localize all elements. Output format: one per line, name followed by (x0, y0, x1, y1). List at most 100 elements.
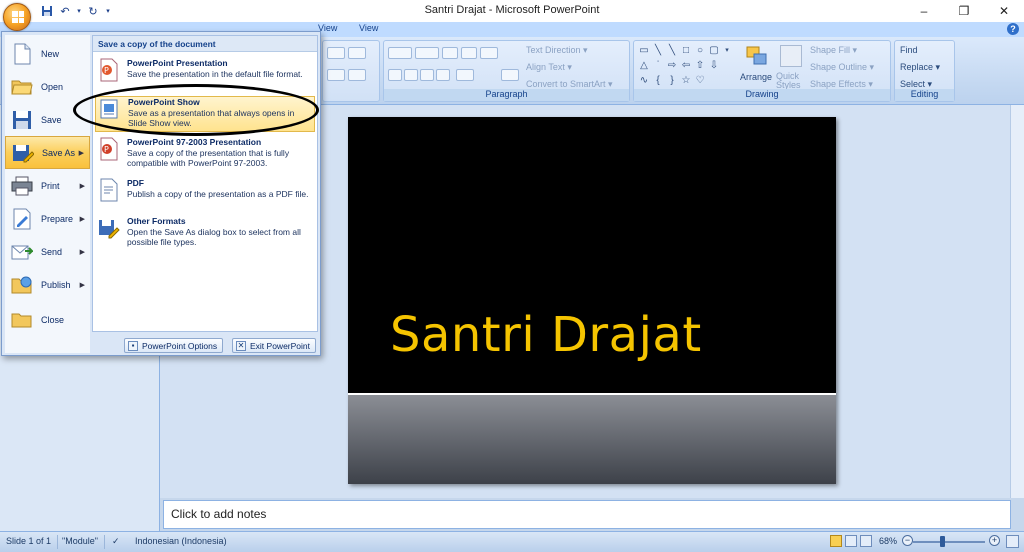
line-spacing-button[interactable] (480, 47, 498, 59)
language[interactable]: Indonesian (Indonesia) (135, 536, 227, 546)
menu-item-prepare[interactable]: Prepare ▶ (5, 202, 90, 235)
quick-styles-icon[interactable] (780, 45, 802, 67)
office-button[interactable] (3, 3, 31, 31)
restore-button[interactable]: ❐ (944, 0, 984, 22)
svg-text:P: P (104, 145, 109, 154)
slide-show-icon[interactable] (860, 535, 872, 547)
decrease-indent-button[interactable] (442, 47, 458, 59)
help-icon[interactable]: ? (1007, 23, 1019, 35)
menu-item-print[interactable]: Print ▶ (5, 169, 90, 202)
zoom-level[interactable]: 68% (879, 536, 897, 546)
pptx-icon: P (98, 58, 120, 82)
save-as-ppt-97-2003[interactable]: P PowerPoint 97-2003 Presentation Save a… (95, 137, 315, 173)
align-left-button[interactable] (388, 69, 402, 81)
save-as-powerpoint-show[interactable]: PowerPoint Show Save as a presentation t… (95, 96, 315, 132)
menu-item-close[interactable]: Close (5, 303, 90, 336)
zoom-slider[interactable] (913, 541, 985, 543)
normal-view-icon[interactable] (830, 535, 842, 547)
line2-shape-icon[interactable]: ╲ (666, 45, 678, 57)
zoom-out-icon[interactable]: − (902, 535, 913, 546)
align-right-button[interactable] (420, 69, 434, 81)
menu-item-save-as[interactable]: Save As ▶ (5, 136, 90, 169)
smartart-button[interactable] (501, 69, 519, 81)
close-folder-icon (11, 309, 33, 331)
tab-view[interactable]: View (359, 23, 378, 33)
title-bar: ↶ ▾ ↻ ▾ Santri Drajat - Microsoft PowerP… (0, 0, 1024, 22)
justify-button[interactable] (436, 69, 450, 81)
arrow-up-shape-icon[interactable]: ⇧ (694, 60, 706, 72)
star-shape-icon[interactable]: ☆ (680, 75, 692, 87)
slide-title[interactable]: Santri Drajat (390, 307, 702, 363)
notes-placeholder: Click to add notes (171, 507, 267, 521)
bullets-button[interactable] (388, 47, 412, 59)
open-folder-icon (11, 76, 33, 98)
change-case-button[interactable] (327, 69, 345, 81)
submenu-arrow-icon: ▶ (79, 248, 85, 256)
minimize-button[interactable]: – (904, 0, 944, 22)
arrange-icon[interactable] (744, 45, 770, 69)
vertical-scrollbar[interactable] (1010, 105, 1024, 498)
find-button[interactable]: Find (900, 45, 918, 55)
brace-right-shape-icon[interactable]: } (666, 75, 678, 87)
shrink-font-button[interactable] (348, 47, 366, 59)
save-as-pptx[interactable]: P PowerPoint Presentation Save the prese… (95, 58, 315, 90)
rounded-rect-shape-icon[interactable]: ▢ (708, 45, 720, 57)
save-icon (11, 109, 33, 131)
submenu-arrow-icon: ▶ (78, 149, 84, 157)
window-title: Santri Drajat - Microsoft PowerPoint (424, 4, 600, 16)
menu-item-send[interactable]: Send ▶ (5, 235, 90, 268)
prepare-icon (11, 208, 33, 230)
numbering-button[interactable] (415, 47, 439, 59)
rectangle-shape-icon[interactable]: □ (680, 45, 692, 57)
zoom-slider-thumb[interactable] (940, 536, 945, 547)
slide-footer-band (348, 393, 836, 484)
elbow-shape-icon[interactable]: ˈ (652, 60, 664, 72)
heart-shape-icon[interactable]: ♡ (694, 75, 706, 87)
office-menu: New Open Save Save As ▶ Print ▶ Prepare … (1, 31, 321, 356)
new-document-icon (11, 43, 33, 65)
drawing-group: ▭ ╲ ╲ □ ○ ▢ △ ˈ ⇨ ⇦ ⇧ ⇩ ∿ { } ☆ ♡ ▾ Arra… (633, 40, 891, 102)
print-icon (11, 175, 33, 197)
ppt-icon: P (98, 137, 120, 161)
shape-outline-button[interactable]: Shape Outline ▾ (810, 62, 874, 73)
spellcheck-icon[interactable]: ✓ (112, 536, 120, 547)
align-text-button[interactable]: Align Text ▾ (526, 62, 572, 73)
close-button[interactable]: ✕ (984, 0, 1024, 22)
center-button[interactable] (404, 69, 418, 81)
save-as-other-formats[interactable]: Other Formats Open the Save As dialog bo… (95, 216, 315, 250)
line-shape-icon[interactable]: ╲ (652, 45, 664, 57)
menu-item-publish[interactable]: Publish ▶ (5, 268, 90, 301)
arrow-down-shape-icon[interactable]: ⇩ (708, 60, 720, 72)
notes-pane[interactable]: Click to add notes (163, 500, 1011, 529)
curve-shape-icon[interactable]: ∿ (638, 75, 650, 87)
exit-powerpoint-button[interactable]: ✕ Exit PowerPoint (232, 338, 316, 353)
zoom-in-icon[interactable]: + (989, 535, 1000, 546)
save-as-pdf[interactable]: PDF Publish a copy of the presentation a… (95, 178, 315, 210)
text-direction-button[interactable]: Text Direction ▾ (526, 45, 588, 56)
menu-item-new[interactable]: New (5, 37, 90, 70)
clear-formatting-button[interactable] (348, 69, 366, 81)
shape-fill-button[interactable]: Shape Fill ▾ (810, 45, 857, 56)
arrow-left-shape-icon[interactable]: ⇦ (680, 60, 692, 72)
menu-item-save[interactable]: Save (5, 103, 90, 136)
powerpoint-options-button[interactable]: ▪ PowerPoint Options (124, 338, 224, 353)
oval-shape-icon[interactable]: ○ (694, 45, 706, 57)
slide[interactable]: Santri Drajat (348, 117, 836, 484)
shapes-more-icon[interactable]: ▾ (722, 45, 732, 57)
svg-text:P: P (104, 66, 109, 75)
columns-button[interactable] (456, 69, 474, 81)
exit-icon: ✕ (236, 340, 246, 351)
increase-indent-button[interactable] (461, 47, 477, 59)
fit-to-window-icon[interactable] (1006, 535, 1019, 548)
save-as-submenu: Save a copy of the document P PowerPoint… (92, 35, 318, 332)
arrange-button[interactable]: Arrange (740, 72, 772, 82)
arrow-right-shape-icon[interactable]: ⇨ (666, 60, 678, 72)
replace-button[interactable]: Replace ▾ (900, 62, 940, 73)
submenu-arrow-icon: ▶ (79, 182, 85, 190)
brace-left-shape-icon[interactable]: { (652, 75, 664, 87)
triangle-shape-icon[interactable]: △ (638, 60, 650, 72)
menu-item-open[interactable]: Open (5, 70, 90, 103)
slide-sorter-icon[interactable] (845, 535, 857, 547)
grow-font-button[interactable] (327, 47, 345, 59)
textbox-shape-icon[interactable]: ▭ (638, 45, 650, 57)
